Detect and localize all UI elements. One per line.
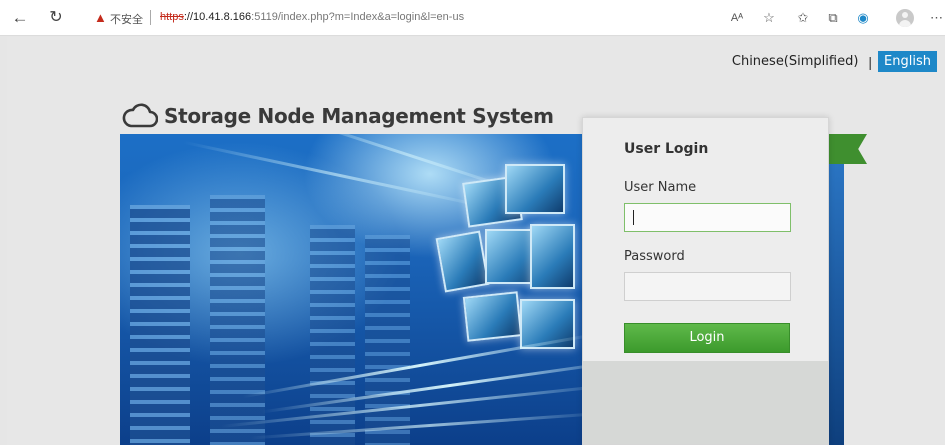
favorites-icon[interactable]: ✩ (792, 7, 814, 29)
password-label: Password (624, 249, 685, 264)
page-content: Chinese(Simplified) | English Storage No… (7, 37, 945, 445)
password-field[interactable] (624, 272, 791, 301)
login-button[interactable]: Login (624, 323, 790, 353)
more-icon[interactable]: ⋯ (930, 7, 943, 29)
green-ribbon (827, 134, 867, 164)
lang-chinese-link[interactable]: Chinese(Simplified) (732, 54, 859, 69)
system-title: Storage Node Management System (164, 104, 554, 128)
edge-icon[interactable]: ◉ (852, 7, 874, 29)
page-title: Storage Node Management System (122, 103, 554, 129)
username-field[interactable] (624, 203, 791, 232)
reload-icon[interactable]: ↻ (44, 6, 68, 30)
server-rack (130, 205, 190, 445)
language-switcher: Chinese(Simplified) | English (732, 51, 937, 72)
screen-tile (530, 224, 575, 289)
login-panel: User Login User Name Password Login (582, 117, 829, 445)
add-favorite-icon[interactable]: ☆ (758, 7, 780, 29)
address-separator (150, 10, 151, 25)
address-bar[interactable]: ▲ 不安全 https://10.41.8.166:5119/index.php… (80, 5, 715, 31)
username-label: User Name (624, 180, 697, 195)
warning-icon[interactable]: ▲ (94, 10, 107, 26)
url-path: :5119/index.php?m=Index&a=login&l=en-us (251, 11, 465, 23)
collections-icon[interactable]: ⧉ (822, 7, 844, 29)
banner-edge (827, 164, 844, 445)
read-aloud-icon[interactable]: Aᴬ (726, 7, 748, 29)
url-scheme: https (160, 11, 184, 23)
screen-tile (505, 164, 565, 214)
browser-toolbar: ← ↻ ▲ 不安全 https://10.41.8.166:5119/index… (0, 0, 945, 36)
login-panel-footer (583, 361, 828, 444)
url-text[interactable]: https://10.41.8.166:5119/index.php?m=Ind… (160, 11, 464, 23)
lang-separator: | (868, 53, 873, 70)
login-title: User Login (624, 141, 709, 157)
url-host: ://10.41.8.166 (183, 11, 252, 23)
screen-tile (462, 291, 523, 342)
lang-english-link[interactable]: English (878, 51, 937, 72)
cloud-icon (122, 103, 158, 128)
avatar (896, 9, 914, 27)
text-caret (633, 210, 634, 225)
profile-icon[interactable] (894, 7, 916, 29)
security-label[interactable]: 不安全 (110, 11, 143, 27)
server-rack (210, 195, 265, 445)
server-rack (365, 235, 410, 445)
back-icon[interactable]: ← (8, 6, 32, 30)
screen-tile (435, 230, 490, 293)
